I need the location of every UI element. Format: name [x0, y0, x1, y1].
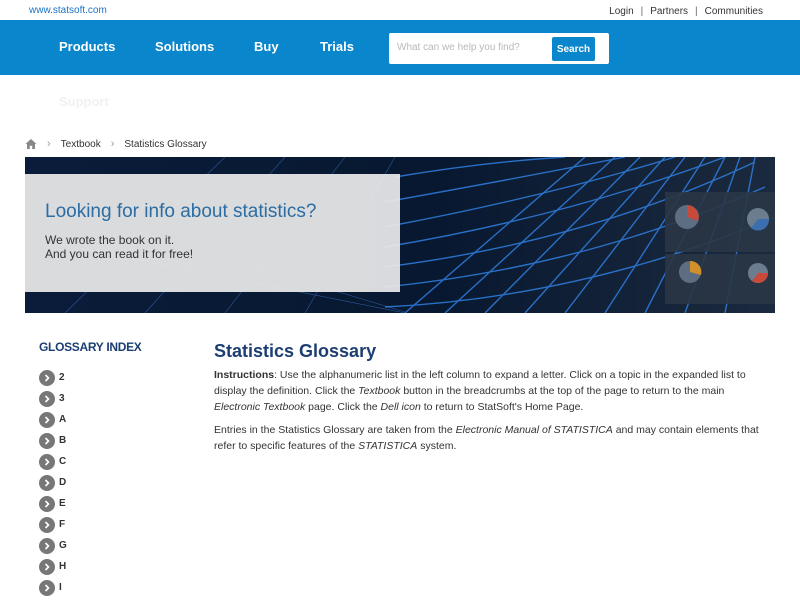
entries-text: Entries in the Statistics Glossary are t…: [214, 424, 456, 436]
chevron-right-icon[interactable]: [39, 474, 55, 491]
glossary-item-label: H: [59, 561, 67, 572]
separator: |: [695, 6, 698, 17]
nav-item-buy[interactable]: Buy: [254, 39, 279, 54]
entries-text: system.: [417, 440, 457, 452]
glossary-item-label: 2: [59, 372, 65, 383]
chevron-right-icon[interactable]: [39, 579, 55, 596]
hero-text-box: Looking for info about statistics? We wr…: [25, 174, 400, 292]
glossary-item[interactable]: D: [39, 472, 67, 493]
glossary-item-label: A: [59, 414, 67, 425]
nav-item-support[interactable]: Support: [59, 94, 109, 109]
hero-subtitle: We wrote the book on it. And you can rea…: [45, 233, 193, 261]
chevron-right-icon[interactable]: [39, 516, 55, 533]
search-input[interactable]: [389, 33, 547, 62]
breadcrumb-textbook[interactable]: Textbook: [61, 139, 101, 150]
glossary-item[interactable]: 3: [39, 388, 67, 409]
instructions-label: Instructions: [214, 369, 275, 381]
partners-link[interactable]: Partners: [650, 6, 688, 17]
breadcrumb-current: Statistics Glossary: [124, 138, 207, 150]
glossary-item[interactable]: I: [39, 577, 67, 598]
communities-link[interactable]: Communities: [705, 6, 763, 17]
entries-emphasis: STATISTICA: [358, 440, 418, 452]
glossary-item-label: E: [59, 498, 66, 509]
chevron-right-icon[interactable]: [39, 537, 55, 554]
instructions-emphasis: Electronic Textbook: [214, 401, 306, 413]
glossary-item-label: G: [59, 540, 67, 551]
entries-paragraph: Entries in the Statistics Glossary are t…: [214, 422, 764, 454]
chevron-right-icon[interactable]: [39, 411, 55, 428]
glossary-item-label: D: [59, 477, 67, 488]
search-box: Search: [389, 33, 609, 64]
glossary-item[interactable]: F: [39, 514, 67, 535]
chevron-right-icon[interactable]: [39, 495, 55, 512]
nav-item-solutions[interactable]: Solutions: [155, 39, 214, 54]
chevron-right-icon[interactable]: [39, 432, 55, 449]
top-bar: www.statsoft.com Login | Partners | Comm…: [0, 0, 800, 20]
separator: |: [640, 6, 644, 17]
monitor-graphic: [665, 192, 775, 304]
chevron-right-icon[interactable]: [39, 369, 55, 386]
hero-line-1: We wrote the book on it.: [45, 233, 175, 247]
instructions-emphasis: Dell icon: [380, 401, 421, 413]
instructions-text: page. Click the: [305, 401, 381, 413]
glossary-item[interactable]: E: [39, 493, 67, 514]
nav-item-products[interactable]: Products: [59, 39, 115, 54]
hero-line-2: And you can read it for free!: [45, 247, 194, 261]
glossary-item[interactable]: H: [39, 556, 67, 577]
main-nav: Products Solutions Buy Trials Search: [0, 20, 800, 75]
glossary-item[interactable]: C: [39, 451, 67, 472]
glossary-item[interactable]: G: [39, 535, 67, 556]
glossary-item[interactable]: A: [39, 409, 67, 430]
site-url-link[interactable]: www.statsoft.com: [29, 5, 107, 16]
glossary-index-list: 2 3 A B C D E F G H I: [39, 367, 67, 598]
glossary-item-label: I: [59, 582, 62, 593]
login-link[interactable]: Login: [609, 6, 633, 17]
glossary-item[interactable]: B: [39, 430, 67, 451]
glossary-item-label: B: [59, 435, 67, 446]
nav-item-trials[interactable]: Trials: [320, 39, 354, 54]
hero-banner: Looking for info about statistics? We wr…: [25, 157, 775, 313]
glossary-item-label: C: [59, 456, 67, 467]
search-button[interactable]: Search: [552, 37, 595, 61]
chevron-right-icon[interactable]: [39, 558, 55, 575]
chevron-right-icon[interactable]: [39, 390, 55, 407]
page-title: Statistics Glossary: [214, 341, 377, 361]
instructions-paragraph: Instructions: Use the alphanumeric list …: [214, 367, 764, 415]
chevron-right-icon[interactable]: [39, 453, 55, 470]
instructions-text: button in the breadcrumbs at the top of …: [400, 385, 725, 397]
glossary-item-label: F: [59, 519, 66, 530]
chevron-right-icon: ›: [47, 138, 51, 150]
breadcrumb: › Textbook › Statistics Glossary: [25, 136, 207, 152]
instructions-text: to return to StatSoft's Home Page.: [420, 401, 584, 413]
glossary-item[interactable]: 2: [39, 367, 67, 388]
hero-title: Looking for info about statistics?: [45, 201, 317, 222]
home-icon[interactable]: [25, 138, 37, 150]
glossary-index-title: GLOSSARY INDEX: [39, 340, 142, 354]
entries-emphasis: Electronic Manual of STATISTICA: [455, 424, 613, 436]
top-links: Login | Partners | Communities: [609, 6, 763, 17]
instructions-emphasis: Textbook: [358, 385, 401, 397]
chevron-right-icon: ›: [110, 138, 115, 150]
glossary-item-label: 3: [59, 393, 65, 404]
